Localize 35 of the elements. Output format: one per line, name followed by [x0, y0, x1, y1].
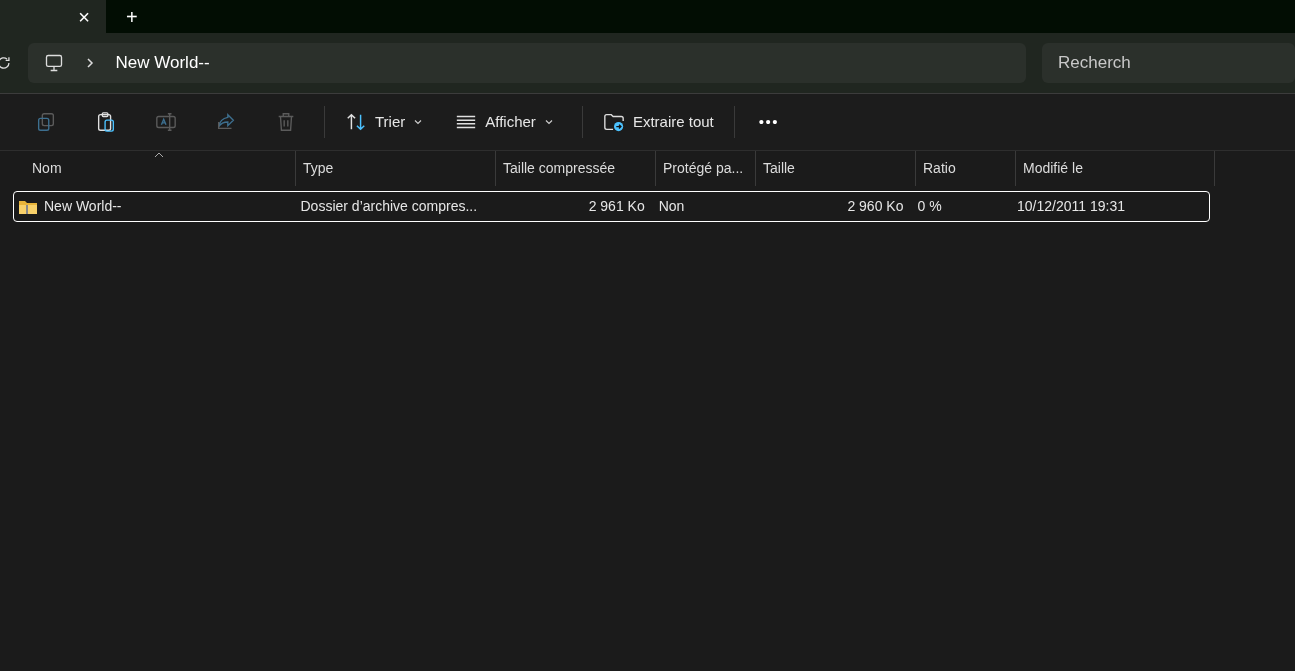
table-cell-text: New World-- [44, 197, 122, 216]
address-bar[interactable]: New World-- [27, 43, 1026, 83]
new-tab-button[interactable]: + [126, 0, 138, 33]
close-tab-button[interactable]: × [78, 6, 90, 27]
refresh-icon[interactable] [0, 54, 12, 72]
rename-icon [155, 111, 177, 133]
chevron-down-icon [413, 117, 424, 127]
column-header[interactable]: Modifié le [1015, 151, 1215, 186]
table-cell-text: Non [658, 197, 685, 216]
folder-arrow-icon [602, 111, 625, 133]
chevron-down-icon [543, 117, 554, 127]
monitor-icon [43, 53, 64, 73]
table-cell-text: Dossier d’archive compres... [300, 197, 478, 216]
copy-icon [35, 111, 57, 133]
column-header[interactable]: Protégé pa... [655, 151, 755, 186]
table-cell-text: 2 961 Ko [588, 197, 645, 216]
file-row[interactable]: New World-- Dossier d’archive compres... 2 961 Ko Non 2 960 Ko 0 % 10/12/2011 19:31 [13, 191, 1210, 222]
column-header[interactable]: Ratio [915, 151, 1015, 186]
paste-icon [95, 111, 117, 133]
extract-all-button[interactable]: Extraire tout [590, 102, 726, 142]
column-header[interactable]: Taille compressée [495, 151, 655, 186]
column-header[interactable]: Nom [14, 151, 295, 186]
sort-ascending-icon [154, 152, 164, 158]
column-header[interactable]: Type [295, 151, 495, 186]
breadcrumb-item[interactable]: New World-- [115, 50, 210, 76]
sort-menu-button[interactable]: Trier [333, 102, 436, 142]
more-options-button[interactable]: ••• [742, 102, 795, 142]
table-cell-text: 0 % [917, 197, 942, 216]
column-header[interactable]: Taille [755, 151, 915, 186]
search-field[interactable]: Recherch [1042, 43, 1295, 83]
view-menu-button[interactable]: Afficher [443, 102, 566, 142]
table-cell-text: 2 960 Ko [847, 197, 904, 216]
zip-folder-icon [18, 198, 38, 215]
table-cell-text: 10/12/2011 19:31 [1017, 197, 1125, 216]
sort-arrows-icon [345, 111, 367, 133]
